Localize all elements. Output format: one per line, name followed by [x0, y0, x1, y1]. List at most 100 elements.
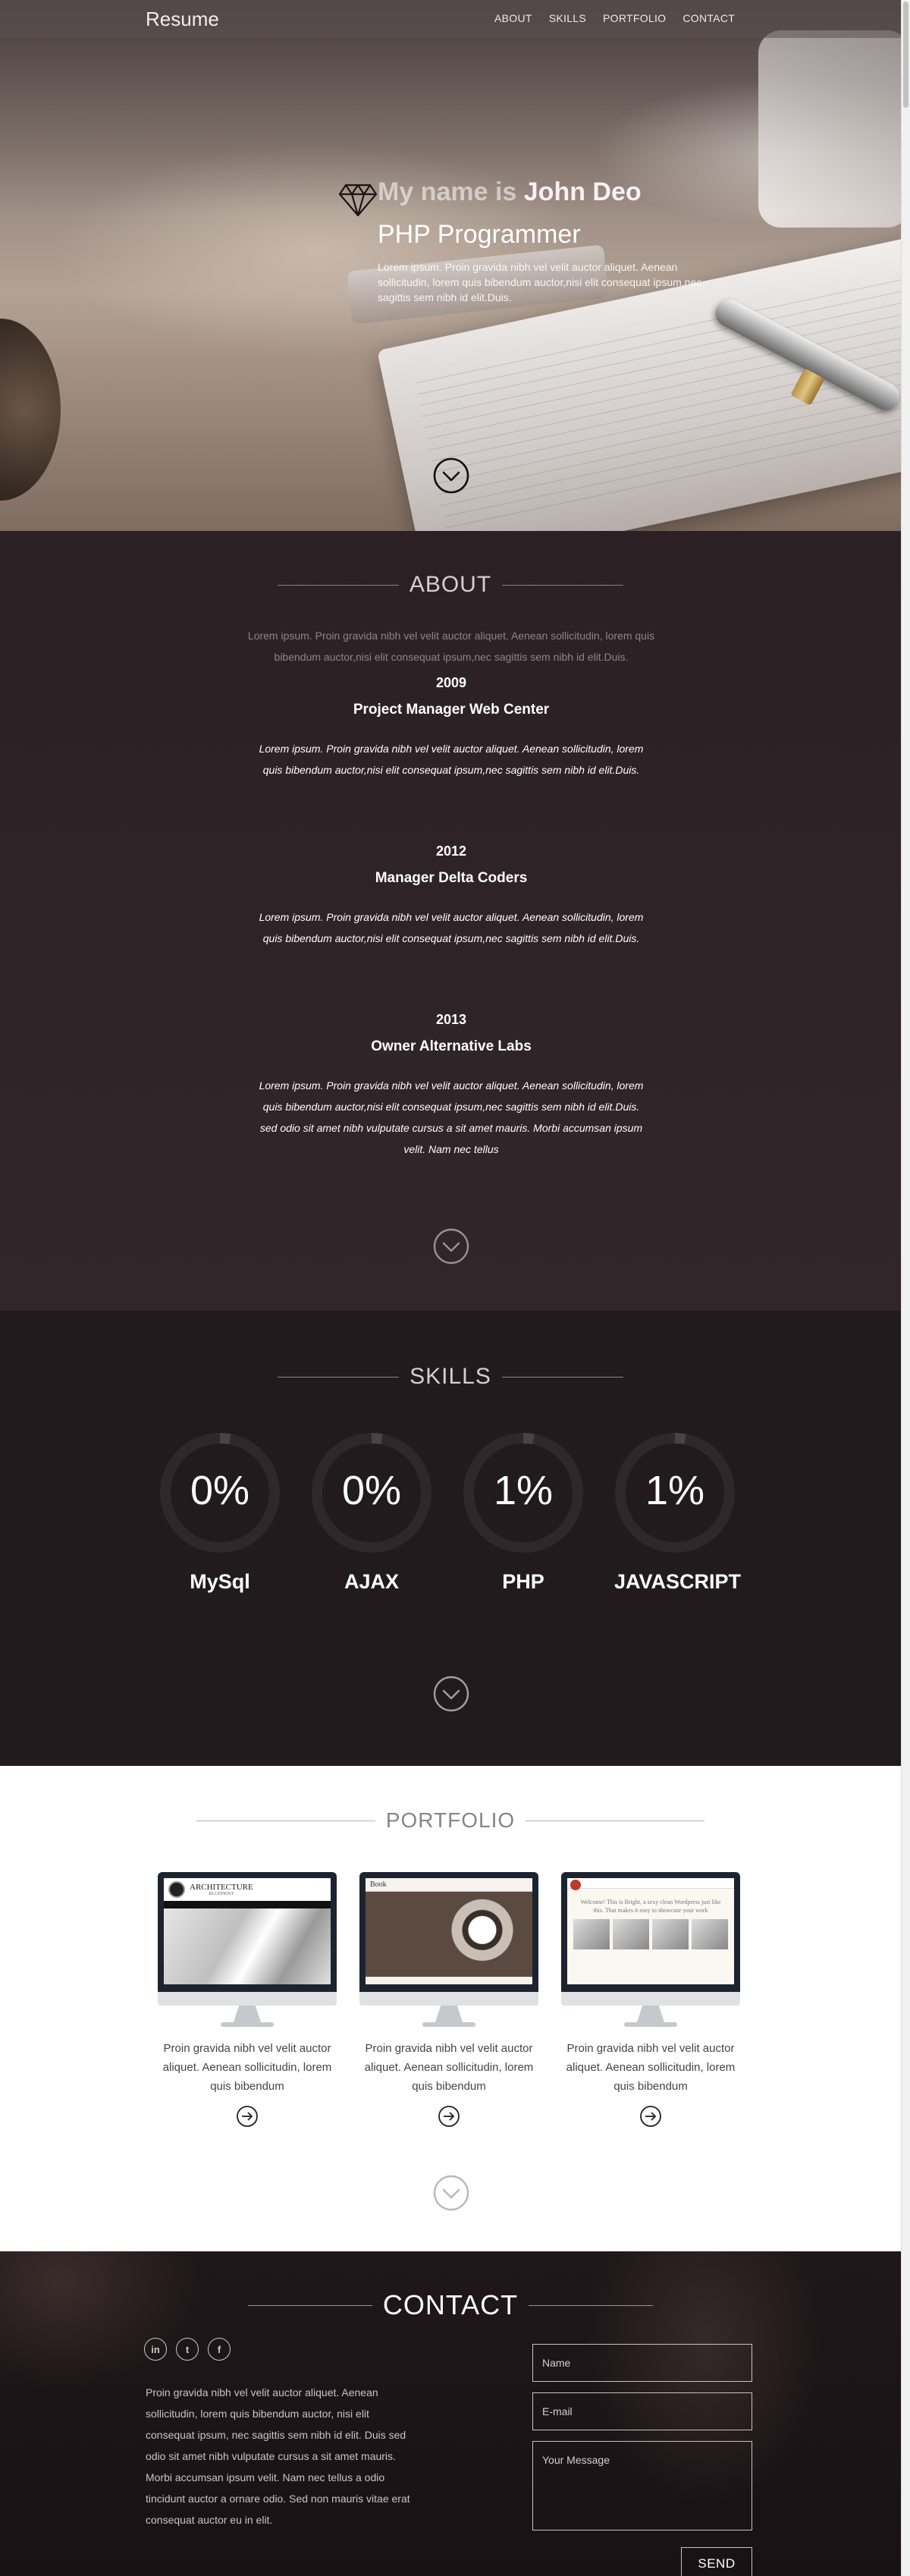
portfolio-card[interactable]: Book Proin gravida nibh vel velit auctor… — [359, 1872, 538, 2131]
heading-divider-left — [277, 584, 399, 586]
nav-item-skills[interactable]: SKILLS — [549, 12, 586, 24]
skill-percent: 1% — [493, 1468, 554, 1513]
diamond-icon — [338, 184, 378, 217]
portfolio-title: PORTFOLIO — [385, 1808, 516, 1832]
portfolio-caption: Proin gravida nibh vel velit auctor aliq… — [566, 2042, 736, 2093]
screenshot-title-text: ARCHITECTURE — [190, 1883, 253, 1892]
portfolio-card[interactable]: ARCHITECTURE BLUEPRINT Proin gravida nibh… — [158, 1872, 337, 2131]
screenshot-image — [164, 1908, 331, 1984]
screenshot-header: ARCHITECTURE BLUEPRINT — [164, 1878, 331, 1901]
nav-item-about[interactable]: ABOUT — [494, 12, 532, 24]
name-field[interactable] — [532, 2344, 752, 2382]
monitor-chin — [359, 1992, 538, 2006]
heading-divider-left — [278, 1376, 400, 1378]
hero-name: My name is John Deo — [378, 177, 642, 207]
job-description: Lorem ipsum. Proin gravida nibh vel veli… — [259, 911, 644, 944]
about-intro: Lorem ipsum. Proin gravida nibh vel veli… — [247, 630, 655, 663]
monitor-base — [422, 2022, 475, 2027]
skill-name: AJAX — [344, 1570, 400, 1593]
contact-text: Proin gravida nibh vel velit auctor aliq… — [146, 2386, 410, 2526]
arrow-right-icon[interactable] — [236, 2105, 259, 2128]
hero-section: My name is John Deo PHP Programmer Lorem… — [0, 0, 901, 531]
screenshot-subtitle: BLUEPRINT — [209, 1892, 234, 1896]
heading-divider-right — [502, 584, 624, 586]
contact-section: CONTACT in t f Proin gravida nibh vel ve… — [0, 2251, 901, 2576]
nav-item-portfolio[interactable]: PORTFOLIO — [603, 12, 666, 24]
top-navbar: Resume ABOUT SKILLS PORTFOLIO CONTACT — [0, 0, 901, 38]
job-year: 2009 — [435, 675, 467, 690]
monitor-frame: ARCHITECTURE BLUEPRINT — [158, 1872, 337, 1992]
screenshot-image — [366, 1892, 532, 1977]
hero-title: PHP Programmer — [378, 220, 581, 249]
about-title: ABOUT — [409, 572, 492, 597]
monitor-stand — [435, 2006, 463, 2022]
skill-name: MySql — [190, 1570, 250, 1593]
page: My name is John Deo PHP Programmer Lorem… — [0, 0, 901, 2576]
twitter-icon[interactable]: t — [176, 2338, 199, 2361]
skill-percent: 1% — [645, 1468, 705, 1513]
screenshot-header — [567, 1878, 734, 1889]
message-field[interactable] — [532, 2441, 752, 2530]
social-links: in t f — [144, 2338, 231, 2361]
screenshot-title: Welcome! This is Bright, a sexy clean Wo… — [580, 1899, 721, 1914]
skills-title: SKILLS — [410, 1364, 491, 1389]
skill-item: 0% MySql — [159, 1432, 281, 1594]
monitor-chin — [561, 1992, 740, 2006]
skill-name: PHP — [502, 1570, 544, 1593]
nav-item-contact[interactable]: CONTACT — [682, 12, 735, 24]
main-menu: ABOUT SKILLS PORTFOLIO CONTACT — [494, 12, 735, 24]
job-year: 2013 — [435, 1012, 467, 1027]
skill-ring: 0% — [311, 1432, 432, 1553]
job-title: Manager Delta Coders — [375, 870, 528, 886]
job-description: Lorem ipsum. Proin gravida nibh vel veli… — [259, 743, 644, 776]
screenshot-title: ARCHITECTURE BLUEPRINT — [190, 1883, 253, 1896]
portfolio-screenshot: Welcome! This is Bright, a sexy clean Wo… — [567, 1878, 734, 1984]
page-scrollbar[interactable] — [901, 0, 910, 2576]
scroll-down-icon[interactable] — [432, 1227, 470, 1265]
monitor-frame: Welcome! This is Bright, a sexy clean Wo… — [561, 1872, 740, 1992]
skill-item: 1% JAVASCRIPT — [614, 1432, 742, 1594]
arrow-right-icon[interactable] — [639, 2105, 662, 2128]
skill-item: 0% AJAX — [311, 1432, 432, 1594]
monitor-base — [624, 2022, 677, 2027]
send-button[interactable]: SEND — [681, 2547, 752, 2576]
heading-divider-right — [501, 1376, 623, 1378]
facebook-icon[interactable]: f — [208, 2338, 231, 2361]
skill-name: JAVASCRIPT — [614, 1570, 742, 1593]
brand-logo[interactable]: Resume — [146, 8, 219, 31]
portfolio-heading: PORTFOLIO — [0, 1808, 901, 1833]
monitor-frame: Book — [359, 1872, 538, 1992]
portfolio-card[interactable]: Welcome! This is Bright, a sexy clean Wo… — [561, 1872, 740, 2131]
gallery-thumb — [613, 1919, 649, 1949]
portfolio-section: PORTFOLIO ARCHITECTURE BLUEPRINT Proin gr… — [0, 1766, 901, 2251]
hero-text: Lorem ipsum. Proin gravida nibh vel veli… — [378, 261, 702, 303]
job-description: Lorem ipsum. Proin gravida nibh vel veli… — [259, 1079, 644, 1155]
job-entry: 2013 Owner Alternative Labs Lorem ipsum.… — [258, 1012, 645, 1160]
job-entry: 2012 Manager Delta Coders Lorem ipsum. P… — [258, 843, 645, 949]
contact-heading: CONTACT — [0, 2289, 901, 2321]
heading-divider-left — [196, 1820, 375, 1821]
scroll-down-icon[interactable] — [432, 457, 470, 495]
portfolio-caption: Proin gravida nibh vel velit auctor aliq… — [364, 2042, 534, 2093]
email-field[interactable] — [532, 2392, 752, 2430]
about-heading: ABOUT — [0, 572, 901, 598]
hero-name-value: John Deo — [523, 177, 642, 206]
hero-name-prefix: My name is — [378, 177, 517, 206]
skill-ring: 0% — [159, 1432, 281, 1553]
linkedin-icon[interactable]: in — [144, 2338, 167, 2361]
gallery-thumb — [652, 1919, 689, 1949]
arrow-right-icon[interactable] — [438, 2105, 460, 2128]
scroll-down-icon[interactable] — [432, 2174, 470, 2212]
job-title: Owner Alternative Labs — [371, 1038, 532, 1054]
gallery-thumb — [692, 1919, 728, 1949]
heading-divider-right — [529, 2304, 654, 2306]
contact-title: CONTACT — [382, 2289, 519, 2320]
badge-icon — [570, 1880, 581, 1890]
portfolio-screenshot: ARCHITECTURE BLUEPRINT — [164, 1878, 331, 1984]
skills-heading: SKILLS — [0, 1364, 901, 1390]
scroll-down-icon[interactable] — [432, 1675, 470, 1713]
scrollbar-thumb[interactable] — [903, 2, 908, 108]
job-title: Project Manager Web Center — [353, 702, 550, 718]
job-year: 2012 — [435, 843, 467, 859]
heading-divider-right — [526, 1820, 705, 1821]
